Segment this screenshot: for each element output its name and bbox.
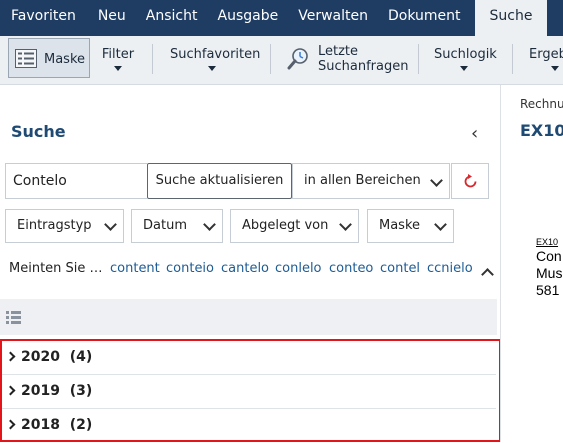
caret-down-icon: [114, 66, 122, 71]
mask-form-icon: [15, 49, 37, 68]
chevron-down-icon: [339, 218, 352, 231]
tab-verwalten[interactable]: Verwalten: [288, 0, 378, 36]
suggestion-link[interactable]: conteio: [166, 261, 214, 276]
result-group-2020[interactable]: 2020 (4): [2, 341, 496, 375]
area-select[interactable]: in allen Bereichen: [292, 163, 450, 199]
chevron-right-icon: [5, 419, 16, 430]
caret-down-icon: [551, 66, 559, 71]
update-search-button[interactable]: Suche aktualisieren: [147, 163, 292, 199]
recent-searches-line2: Suchanfragen: [318, 59, 409, 74]
chevron-right-icon: [5, 385, 16, 396]
result-group-2019[interactable]: 2019 (3): [2, 375, 496, 409]
search-favorites-button[interactable]: Suchfavoriten: [170, 47, 261, 71]
search-input[interactable]: [5, 163, 147, 199]
list-view-icon[interactable]: [6, 311, 21, 324]
suggestion-link[interactable]: cantelo: [221, 261, 269, 276]
search-logic-label: Suchlogik: [434, 47, 497, 62]
result-group-label: 2019 (3): [21, 383, 93, 399]
preview-label: Rechnu: [520, 97, 563, 111]
chevron-down-icon: [434, 218, 447, 231]
filter-maske-label: Maske: [379, 218, 421, 233]
tab-suche[interactable]: Suche: [474, 0, 548, 36]
did-you-mean-label: Meinten Sie …: [9, 261, 103, 276]
result-group-label: 2018 (2): [21, 417, 93, 433]
preview-panel: Rechnu EX10 EX10 Con Mus 581: [501, 85, 563, 442]
preview-document: EX10 Con Mus 581: [536, 237, 562, 299]
preview-doc-line: Mus: [536, 265, 563, 281]
panel-title: Suche: [11, 122, 66, 141]
filter-abgelegt-von-label: Abgelegt von: [242, 218, 329, 233]
suggestion-link[interactable]: ccnielo: [427, 261, 473, 276]
filter-label: Filter: [101, 47, 135, 62]
filter-eintragstyp-label: Eintragstyp: [17, 218, 92, 233]
filter-maske[interactable]: Maske: [367, 209, 454, 243]
mask-button[interactable]: Maske: [8, 38, 90, 78]
tab-favoriten[interactable]: Favoriten: [0, 0, 88, 36]
result-group-2018[interactable]: 2018 (2): [2, 409, 496, 443]
mask-button-label: Maske: [44, 52, 86, 67]
ribbon-divider: [512, 44, 513, 74]
suggestion-link[interactable]: contel: [380, 261, 420, 276]
filter-button[interactable]: Filter: [100, 47, 136, 71]
result-list-toolbar: [0, 299, 497, 335]
filter-datum-label: Datum: [143, 218, 187, 233]
reset-search-button[interactable]: [451, 163, 489, 199]
magnifier-clock-icon: [287, 48, 308, 70]
tab-neu[interactable]: Neu: [88, 0, 136, 36]
search-favorites-label: Suchfavoriten: [170, 47, 261, 62]
chevron-down-icon: [104, 218, 117, 231]
recent-searches-line1: Letzte: [318, 44, 359, 59]
caret-down-icon: [460, 66, 468, 71]
suggestion-link[interactable]: conteo: [329, 261, 373, 276]
menu-bar: Favoriten Neu Ansicht Ausgabe Verwalten …: [0, 0, 563, 36]
chevron-up-icon[interactable]: [481, 268, 494, 281]
tab-ausgabe[interactable]: Ausgabe: [208, 0, 289, 36]
filter-eintragstyp[interactable]: Eintragstyp: [5, 209, 124, 243]
tab-dokument[interactable]: Dokument: [378, 0, 471, 36]
result-group-label: 2020 (4): [21, 349, 93, 365]
preview-doc-ref: EX10: [536, 237, 559, 247]
results-button[interactable]: Ergeb: [529, 47, 563, 71]
ribbon-divider: [270, 44, 271, 74]
search-logic-button[interactable]: Suchlogik: [434, 47, 497, 71]
result-groups: 2020 (4) 2019 (3) 2018 (2): [0, 339, 501, 442]
filter-abgelegt-von[interactable]: Abgelegt von: [230, 209, 359, 243]
ribbon: Maske Filter Suchfavoriten Letzte Suchan…: [0, 36, 563, 85]
chevron-down-icon: [203, 218, 216, 231]
suggestion-link[interactable]: conlelo: [275, 261, 322, 276]
tab-ansicht[interactable]: Ansicht: [136, 0, 208, 36]
search-panel: Suche ‹ Suche aktualisieren in allen Ber…: [0, 85, 501, 442]
refresh-icon: [464, 174, 477, 188]
filter-datum[interactable]: Datum: [131, 209, 223, 243]
suggestion-link[interactable]: content: [110, 261, 160, 276]
ribbon-divider: [418, 44, 419, 74]
results-label: Ergeb: [529, 47, 563, 62]
chevron-left-icon[interactable]: ‹: [471, 123, 478, 144]
preview-doc-line: 581: [536, 282, 560, 298]
preview-title: EX10: [520, 121, 563, 140]
preview-doc-line: Con: [536, 248, 562, 264]
ribbon-divider: [152, 44, 153, 74]
chevron-down-icon: [430, 174, 443, 187]
caret-down-icon: [208, 66, 216, 71]
chevron-right-icon: [5, 351, 16, 362]
area-select-value: in allen Bereichen: [304, 173, 421, 188]
